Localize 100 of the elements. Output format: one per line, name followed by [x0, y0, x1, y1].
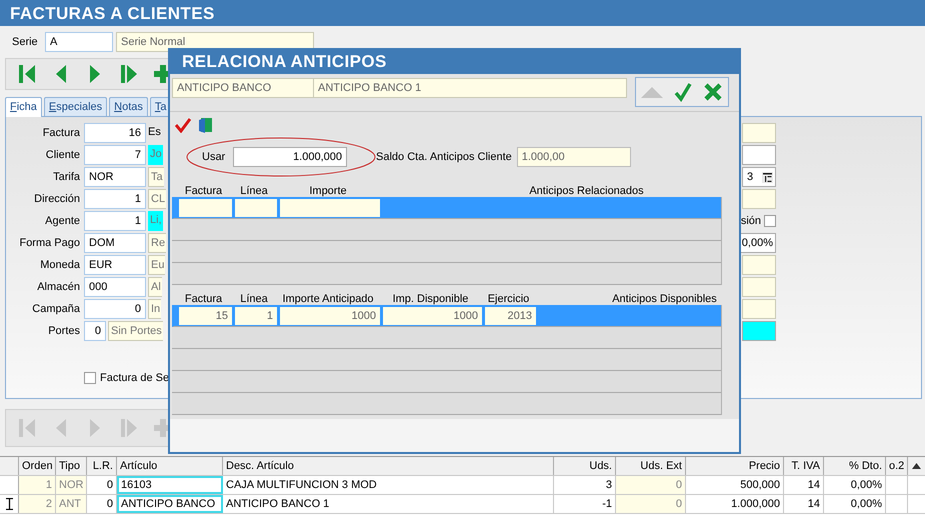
checkbox[interactable]: [84, 372, 96, 384]
column-header[interactable]: Tipo: [56, 457, 87, 475]
readonly-field: ANTICIPO BANCO 1: [314, 78, 627, 98]
column-header[interactable]: T. IVA: [784, 457, 824, 475]
readonly-field: Jo: [148, 145, 163, 165]
column-header[interactable]: o.2: [886, 457, 908, 475]
column-header[interactable]: % Dto.: [824, 457, 886, 475]
field-label: Dirección: [33, 193, 81, 205]
check-icon[interactable]: [674, 82, 692, 102]
table-cell: 1000: [280, 306, 380, 324]
table-cell: 1000: [383, 306, 482, 324]
readonly-field: Ta: [148, 167, 164, 187]
tab[interactable]: Ficha: [5, 97, 42, 117]
input-field[interactable]: 0: [84, 299, 146, 319]
grid-row[interactable]: [172, 393, 721, 415]
calendar-icon[interactable]: [762, 172, 773, 182]
input-field[interactable]: 0: [84, 321, 106, 341]
check-icon[interactable]: [175, 117, 191, 133]
tab[interactable]: Especiales: [44, 97, 108, 116]
input-field[interactable]: DOM: [84, 233, 146, 253]
grid-row[interactable]: [172, 197, 721, 219]
input-field[interactable]: 1.000,000: [233, 147, 347, 167]
column-header: Importe Anticipado: [281, 293, 375, 305]
grid-row[interactable]: [172, 371, 721, 393]
grid-row[interactable]: [172, 327, 721, 349]
readonly-field: Al: [148, 277, 162, 297]
column-header[interactable]: Uds. Ext: [616, 457, 686, 475]
input-field[interactable]: 0,00%: [738, 233, 776, 253]
readonly-field: [742, 299, 776, 319]
checkbox-label: Factura de Se: [100, 372, 170, 384]
table-cell: CAJA MULTIFUNCION 3 MOD: [223, 476, 554, 494]
grid-row[interactable]: 15 1 1000 1000 2013: [172, 305, 721, 327]
column-header[interactable]: L.R.: [87, 457, 117, 475]
field-label: Campaña: [31, 303, 81, 315]
column-header: Línea: [239, 185, 269, 197]
close-icon[interactable]: [702, 82, 723, 102]
first-record-icon[interactable]: [16, 62, 38, 86]
field-label: Usar: [202, 151, 226, 163]
column-header[interactable]: Artículo: [117, 457, 223, 475]
table-cell: 0: [616, 476, 686, 494]
readonly-field: [742, 277, 776, 297]
date-value: 3: [747, 170, 754, 185]
table-cell: 15: [179, 306, 232, 324]
date-field[interactable]: 3: [742, 167, 776, 187]
input-field[interactable]: 1: [84, 211, 146, 231]
table-cell: 1.000,000: [686, 495, 784, 513]
column-header[interactable]: Uds.: [554, 457, 616, 475]
column-header: Imp. Disponible: [392, 293, 470, 305]
table-cell: [179, 198, 232, 216]
table-cell: 0,00%: [824, 476, 886, 494]
field-label: Agente: [44, 215, 81, 227]
field-label: Moneda: [39, 259, 81, 271]
readonly-field: [742, 255, 776, 275]
readonly-field: Eu: [148, 255, 166, 275]
input-field[interactable]: 7: [84, 145, 146, 165]
grid-row[interactable]: [172, 263, 721, 285]
window-title: FACTURAS A CLIENTES: [0, 0, 925, 26]
field-label: Saldo Cta. Anticipos Cliente: [376, 151, 512, 163]
readonly-field: [742, 123, 776, 143]
readonly-field: [742, 189, 776, 209]
table-cell: 500,000: [686, 476, 784, 494]
table-cell: 2013: [485, 306, 536, 324]
table-cell: ANT: [56, 495, 87, 513]
column-header[interactable]: Precio: [686, 457, 784, 475]
text-cursor-icon: [6, 498, 12, 510]
table-cell: ANTICIPO BANCO: [117, 495, 223, 513]
readonly-field: 1.000,00: [516, 147, 631, 167]
input-field[interactable]: 000: [84, 277, 146, 297]
serie-label: Serie: [12, 36, 39, 48]
column-header[interactable]: Orden: [19, 457, 56, 475]
serie-field[interactable]: A: [45, 32, 113, 52]
table-cell: 1: [235, 306, 277, 324]
input-field[interactable]: [742, 145, 776, 165]
input-field[interactable]: 16: [84, 123, 146, 143]
table-cell: ANTICIPO BANCO 1: [223, 495, 554, 513]
table-cell: 0,00%: [824, 495, 886, 513]
table-cell: 14: [784, 495, 824, 513]
grid-row[interactable]: [172, 349, 721, 371]
readonly-field: In: [148, 299, 162, 319]
grid-row[interactable]: [172, 219, 721, 241]
readonly-field: ANTICIPO BANCO: [172, 78, 314, 98]
grid-row[interactable]: [172, 241, 721, 263]
grid-title: Anticipos Disponibles: [611, 293, 718, 305]
field-label: Cliente: [44, 149, 81, 161]
column-header: Factura: [184, 185, 224, 197]
input-field[interactable]: 1: [84, 189, 146, 209]
checkbox[interactable]: [764, 215, 776, 227]
input-field[interactable]: EUR: [84, 255, 146, 275]
tab[interactable]: Notas: [109, 97, 148, 116]
column-header: Importe: [308, 185, 348, 197]
field-label: Es: [148, 125, 162, 140]
column-header: Ejercicio: [486, 293, 530, 305]
column-header: Factura: [184, 293, 224, 305]
highlighted-field: [742, 321, 776, 341]
table-cell: 2: [19, 495, 56, 513]
input-field[interactable]: NOR: [84, 167, 146, 187]
door-icon[interactable]: [199, 117, 213, 133]
column-header[interactable]: Desc. Artículo: [223, 457, 554, 475]
checkbox-label: sión: [740, 215, 761, 227]
table-cell: 14: [784, 476, 824, 494]
